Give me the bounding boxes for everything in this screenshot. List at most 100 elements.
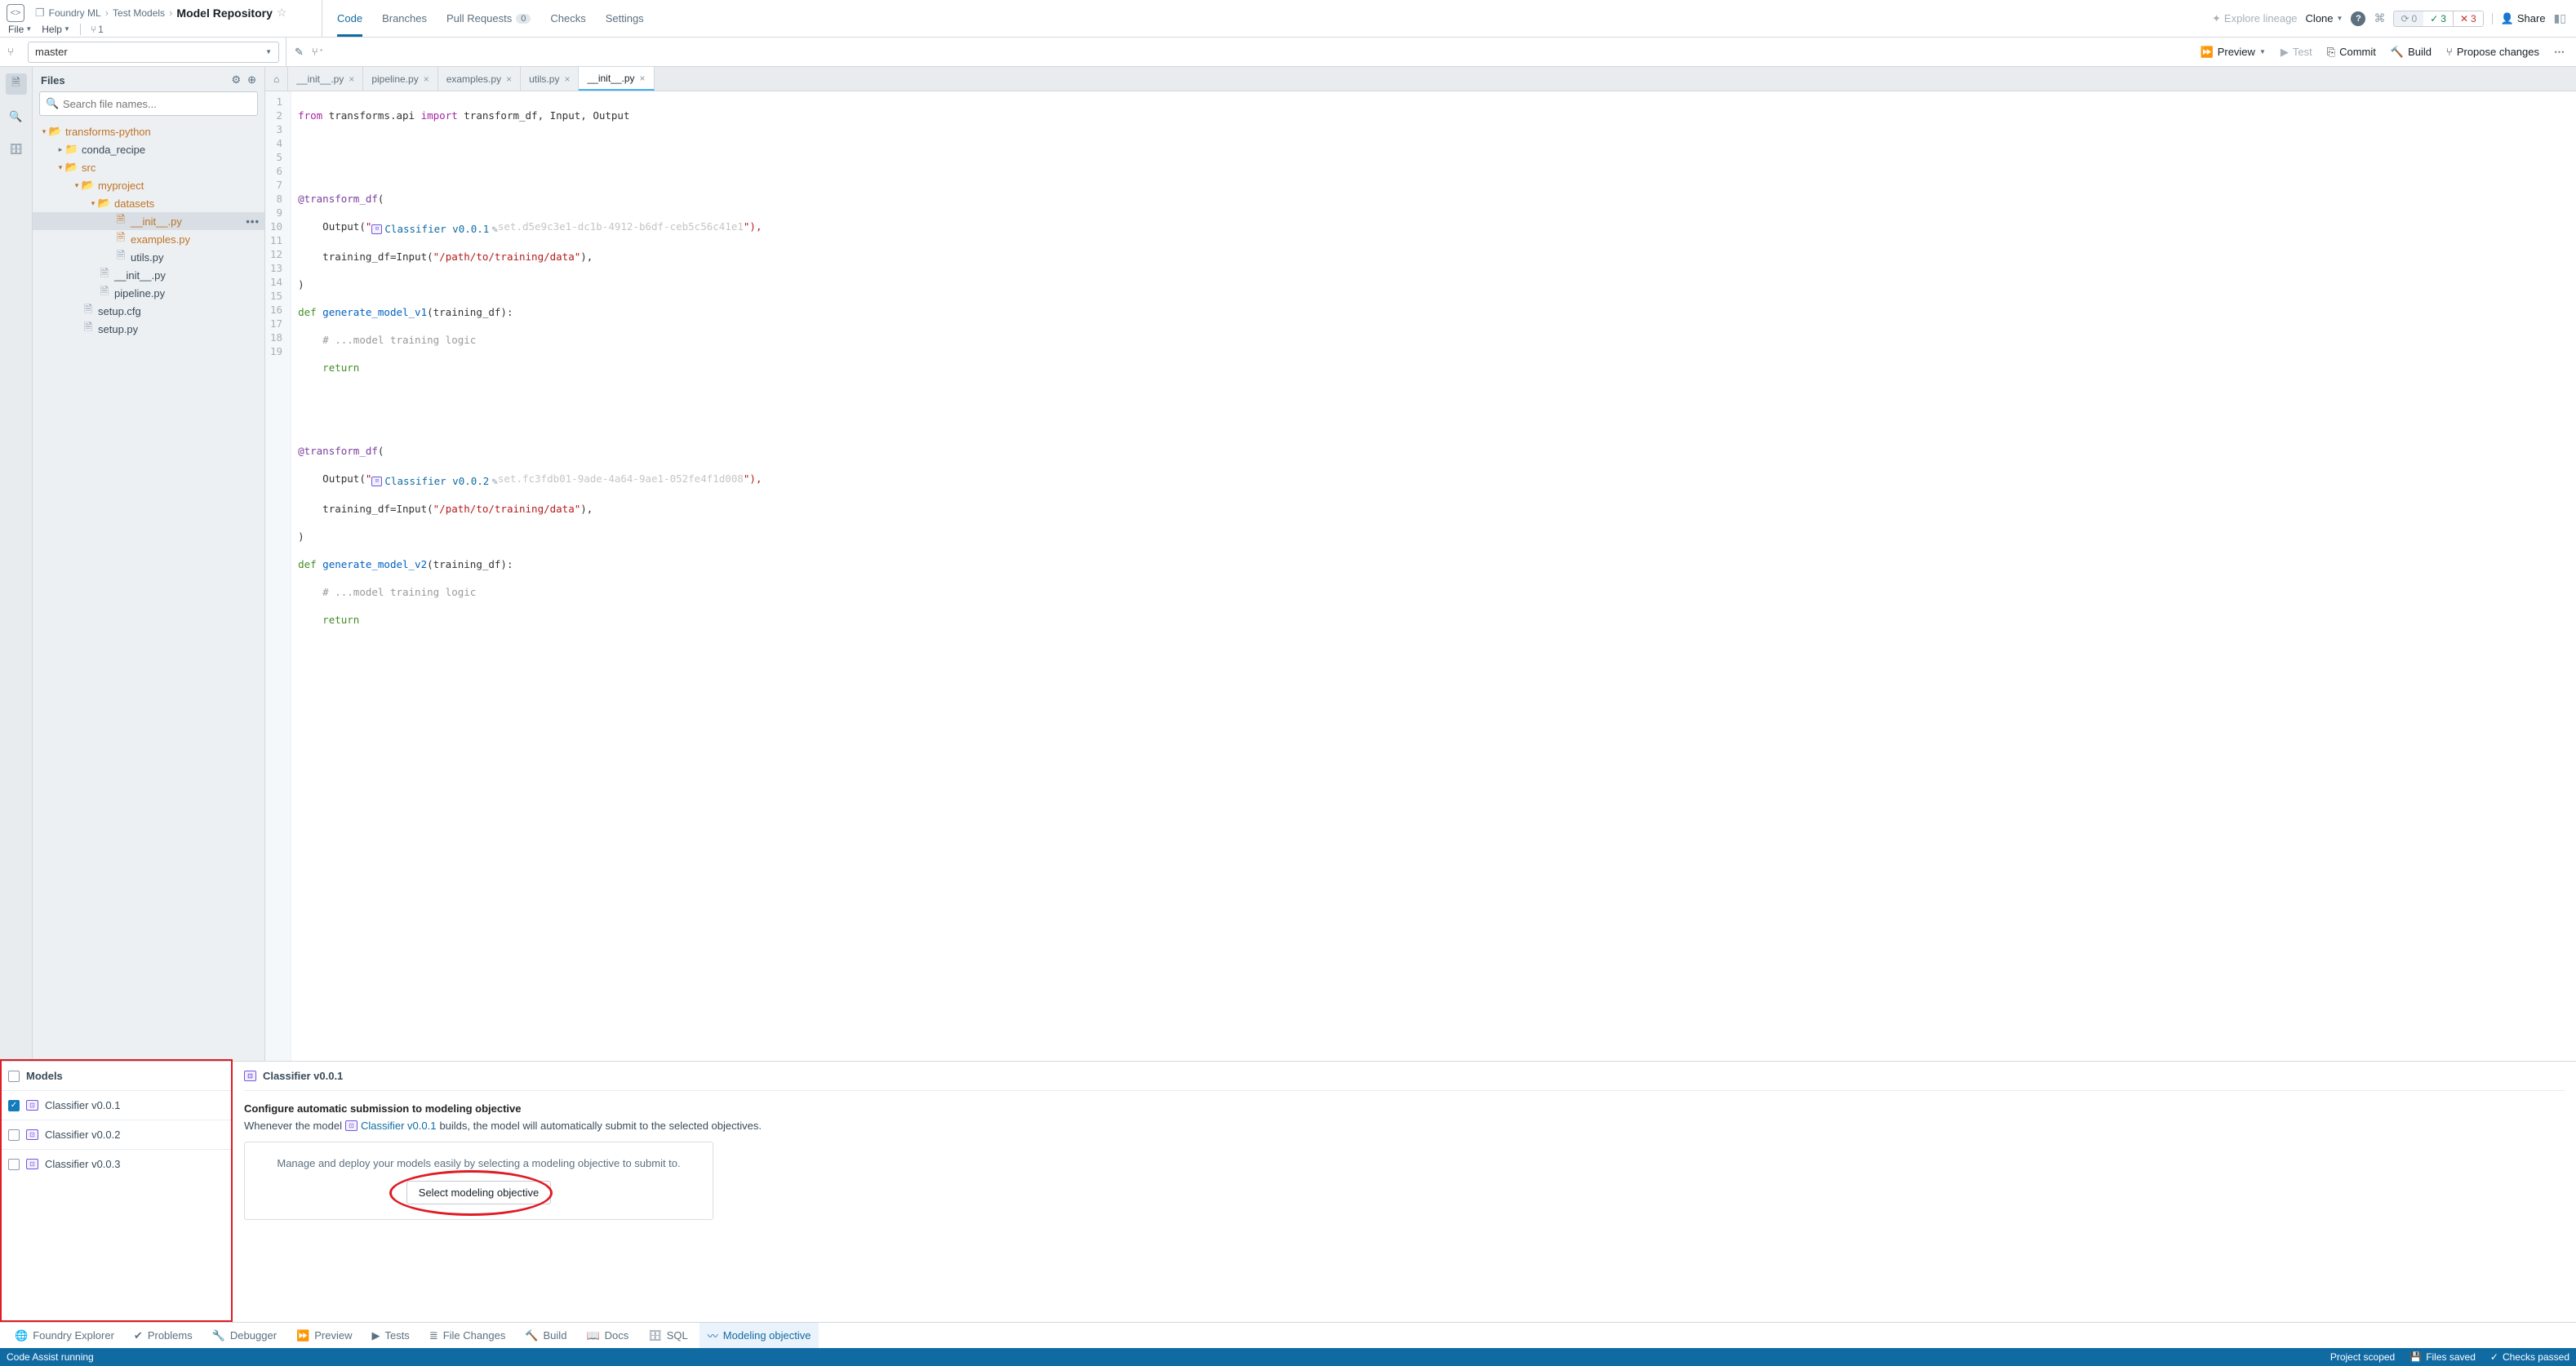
save-icon: 💾: [2409, 1351, 2422, 1363]
btab-modeling-objective[interactable]: 〰Modeling objective: [700, 1323, 819, 1348]
packages-rail-icon[interactable]: 🗄: [6, 139, 27, 160]
btab-debugger[interactable]: 🔧Debugger: [204, 1323, 285, 1348]
play-icon: ▶: [2281, 46, 2289, 59]
checks-status-group[interactable]: ⟳0 ✓3 ✕3: [2393, 11, 2483, 27]
btab-docs[interactable]: 📖Docs: [578, 1323, 637, 1348]
editor-tab-5[interactable]: __init__.py×: [579, 67, 654, 91]
tab-checks[interactable]: Checks: [550, 0, 585, 37]
clone-dropdown[interactable]: Clone▼: [2306, 12, 2343, 24]
model-icon: ⊡: [26, 1159, 38, 1169]
check-icon: ✓: [2430, 13, 2438, 24]
gear-icon[interactable]: ⚙: [231, 73, 241, 86]
tree-folder-conda[interactable]: ▸📁conda_recipe: [33, 140, 264, 158]
btab-problems[interactable]: ✔Problems: [126, 1323, 201, 1348]
add-icon[interactable]: ⊕: [247, 73, 256, 86]
tree-file-pipeline[interactable]: 🗎pipeline.py: [33, 284, 264, 302]
project-scoped-status[interactable]: Project scoped: [2330, 1351, 2395, 1363]
select-all-checkbox[interactable]: [8, 1071, 20, 1082]
tree-file-examples[interactable]: 🗎examples.py: [33, 230, 264, 248]
btab-preview[interactable]: ⏩Preview: [288, 1323, 360, 1348]
editor-tab-home[interactable]: ⌂: [265, 67, 288, 91]
btab-file-changes[interactable]: ≣File Changes: [421, 1323, 514, 1348]
checks-passed-status[interactable]: ✓Checks passed: [2490, 1351, 2569, 1363]
model-icon: ⊡: [244, 1071, 256, 1081]
model-checkbox[interactable]: ✓: [8, 1100, 20, 1111]
keyboard-shortcuts-icon[interactable]: ⌘: [2374, 11, 2385, 25]
model-link[interactable]: Classifier v0.0.1: [361, 1120, 436, 1132]
model-row-1[interactable]: ✓ ⊡ Classifier v0.0.1: [0, 1090, 232, 1120]
tab-settings[interactable]: Settings: [606, 0, 644, 37]
btab-sql[interactable]: 🗄SQL: [640, 1323, 696, 1348]
editor-tab-3[interactable]: examples.py×: [438, 67, 521, 91]
sync-icon: ⟳: [2401, 13, 2409, 24]
editor-tab-4[interactable]: utils.py×: [521, 67, 579, 91]
pulse-icon: 〰: [708, 1328, 718, 1343]
tree-folder-root[interactable]: ▾📂transforms-python: [33, 122, 264, 140]
close-icon[interactable]: ×: [424, 73, 429, 85]
person-icon: 👤: [2501, 12, 2514, 25]
preview-button[interactable]: ⏩Preview▼: [2201, 46, 2266, 59]
select-objective-button[interactable]: Select modeling objective: [406, 1181, 551, 1204]
commit-button[interactable]: ⎘Commit: [2327, 46, 2376, 59]
pencil-icon[interactable]: ✎: [491, 222, 498, 236]
close-icon[interactable]: ×: [640, 73, 646, 84]
file-search-input[interactable]: [39, 91, 258, 116]
tree-file-setup-py[interactable]: 🗎setup.py: [33, 320, 264, 338]
file-menu[interactable]: File▼: [8, 24, 32, 35]
branch-selector[interactable]: master▼: [28, 42, 279, 63]
tree-folder-src[interactable]: ▾📂src: [33, 158, 264, 176]
tree-file-utils[interactable]: 🗎utils.py: [33, 248, 264, 266]
tree-folder-datasets[interactable]: ▾📂datasets: [33, 194, 264, 212]
tree-folder-myproject[interactable]: ▾📂myproject: [33, 176, 264, 194]
btab-build[interactable]: 🔨Build: [517, 1323, 575, 1348]
help-menu[interactable]: Help▼: [42, 24, 70, 35]
tree-file-setup-cfg[interactable]: 🗎setup.cfg: [33, 302, 264, 320]
pencil-icon[interactable]: ✎: [491, 474, 498, 488]
test-button[interactable]: ▶Test: [2281, 46, 2312, 59]
models-list: Models ✓ ⊡ Classifier v0.0.1 ⊡ Classifie…: [0, 1062, 233, 1322]
tab-branches[interactable]: Branches: [382, 0, 427, 37]
close-icon[interactable]: ×: [564, 73, 570, 85]
search-rail-icon[interactable]: 🔍: [6, 106, 27, 127]
breadcrumb-folder[interactable]: Test Models: [113, 7, 165, 19]
help-icon[interactable]: ?: [2351, 11, 2365, 26]
model-row-2[interactable]: ⊡ Classifier v0.0.2: [0, 1120, 232, 1149]
model-detail-panel: ⊡ Classifier v0.0.1 Configure automatic …: [233, 1062, 2576, 1322]
build-button[interactable]: 🔨Build: [2391, 46, 2432, 59]
model-checkbox[interactable]: [8, 1159, 20, 1170]
globe-icon: 🌐: [15, 1329, 28, 1342]
star-icon[interactable]: ☆: [277, 6, 287, 20]
btab-explorer[interactable]: 🌐Foundry Explorer: [7, 1323, 122, 1348]
btab-tests[interactable]: ▶Tests: [363, 1323, 417, 1348]
panel-toggle-icon[interactable]: ▮▯: [2554, 11, 2566, 25]
more-icon[interactable]: ⋯: [2554, 46, 2565, 59]
models-header[interactable]: Models: [0, 1062, 232, 1090]
new-branch-icon[interactable]: ⑂⁺: [312, 46, 325, 59]
close-icon[interactable]: ×: [349, 73, 354, 85]
model-checkbox[interactable]: [8, 1129, 20, 1141]
tree-file-myproject-init[interactable]: 🗎__init__.py: [33, 266, 264, 284]
tab-code[interactable]: Code: [337, 0, 362, 37]
branch-icon: ⑂: [91, 24, 96, 35]
share-button[interactable]: 👤Share: [2501, 12, 2546, 25]
code-editor[interactable]: 12345678910111213141516171819 from trans…: [265, 91, 2576, 1061]
folder-stack-icon: ❐: [35, 7, 45, 20]
breadcrumb-repo[interactable]: Model Repository: [176, 7, 272, 20]
explore-lineage-button[interactable]: ✦Explore lineage: [2212, 12, 2298, 25]
edit-icon[interactable]: ✎: [295, 46, 304, 59]
model-icon: ⊡: [26, 1100, 38, 1111]
code-lines[interactable]: from transforms.api import transform_df,…: [291, 91, 768, 1061]
close-icon[interactable]: ×: [506, 73, 512, 85]
files-rail-icon[interactable]: 🗎: [6, 73, 27, 95]
propose-changes-button[interactable]: ⑂Propose changes: [2446, 46, 2539, 58]
branches-count[interactable]: ⑂ 1: [91, 24, 104, 35]
editor-tab-2[interactable]: pipeline.py×: [363, 67, 437, 91]
file-actions-icon[interactable]: •••: [246, 215, 260, 228]
editor-tab-1[interactable]: __init__.py×: [288, 67, 363, 91]
tree-file-datasets-init[interactable]: 🗎__init__.py•••: [33, 212, 264, 230]
files-saved-status[interactable]: 💾Files saved: [2409, 1351, 2476, 1363]
breadcrumb-workspace[interactable]: Foundry ML: [49, 7, 101, 19]
model-row-3[interactable]: ⊡ Classifier v0.0.3: [0, 1149, 232, 1178]
code-assist-status[interactable]: Code Assist running: [7, 1351, 94, 1363]
tab-pull-requests[interactable]: Pull Requests0: [446, 0, 531, 37]
